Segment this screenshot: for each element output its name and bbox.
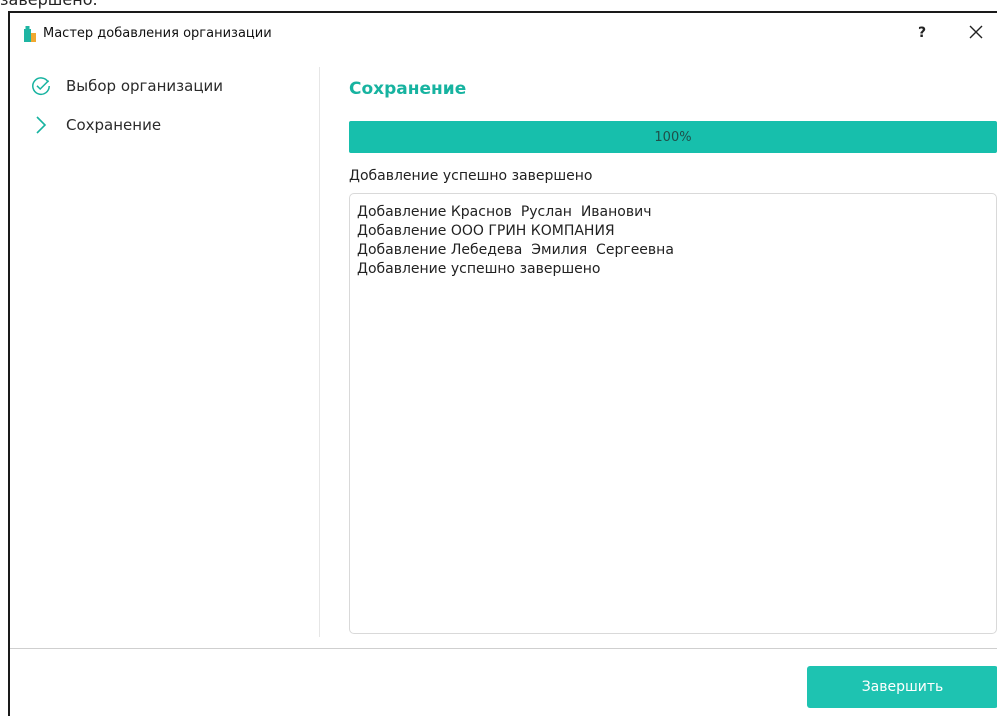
chevron-right-icon — [30, 114, 52, 136]
help-button[interactable]: ? — [907, 19, 937, 47]
title-bar: Мастер добавления организации ? — [10, 13, 997, 53]
step-select-organization[interactable]: Выбор организации — [30, 73, 223, 99]
check-circle-icon — [30, 75, 52, 97]
footer-divider — [10, 648, 997, 649]
log-textarea[interactable]: Добавление Краснов Руслан Иванович Добав… — [349, 193, 997, 634]
log-line: Добавление Лебедева Эмилия Сергеевна — [357, 242, 674, 258]
status-text: Добавление успешно завершено — [349, 168, 593, 184]
log-line: Добавление успешно завершено — [357, 261, 601, 277]
finish-button[interactable]: Завершить — [807, 666, 997, 708]
progress-label: 100% — [654, 129, 692, 145]
close-button[interactable] — [961, 19, 991, 47]
window-title: Мастер добавления организации — [43, 26, 272, 41]
step-saving[interactable]: Сохранение — [30, 112, 161, 138]
sidebar-divider — [319, 67, 320, 637]
wizard-dialog: Мастер добавления организации ? Выбор ор… — [8, 11, 997, 716]
building-icon — [23, 26, 37, 43]
progress-bar: 100% — [349, 121, 997, 153]
log-line: Добавление ООО ГРИН КОМПАНИЯ — [357, 223, 615, 239]
background-caption: завершено. — [0, 0, 98, 9]
log-line: Добавление Краснов Руслан Иванович — [357, 204, 652, 220]
step-label: Выбор организации — [66, 77, 224, 95]
section-title: Сохранение — [349, 79, 467, 99]
step-label: Сохранение — [66, 116, 162, 134]
close-icon — [969, 24, 983, 43]
